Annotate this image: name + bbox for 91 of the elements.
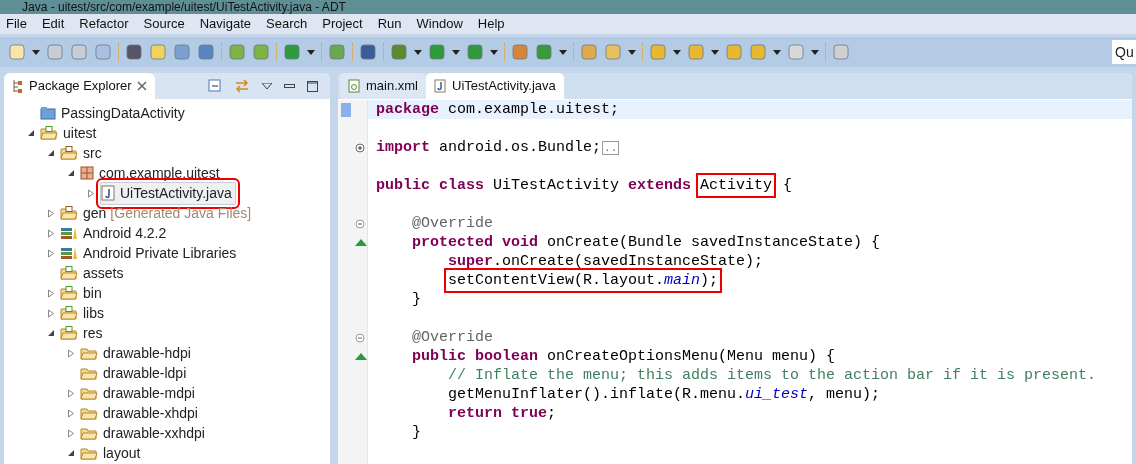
code-line: @Override [411,328,494,347]
editor-tab[interactable]: main.xml [340,73,426,99]
tree-item[interactable]: PassingDataActivity [61,102,185,124]
tree-item[interactable]: libs [83,302,104,324]
tree-item[interactable]: layout [103,442,141,464]
menu-item[interactable]: Help [477,14,505,34]
dropdown-caret-icon[interactable] [414,49,422,55]
books-icon [60,246,78,260]
code-line: } [411,423,421,442]
editor-tab[interactable]: UiTestActivity.java [426,73,564,99]
dropdown-caret-icon[interactable] [559,49,567,55]
menu-item[interactable]: Window [416,14,463,34]
collapse-all-icon[interactable] [208,79,222,93]
menu-item[interactable]: Refactor [79,14,129,34]
tree-item[interactable]: drawable-ldpi [103,362,187,384]
tree-item[interactable]: drawable-mdpi [103,382,195,404]
code-line: public class UiTestActivity extends Activity { [376,176,793,195]
code-line: super.onCreate(savedInstanceState); [447,252,764,271]
collapsed-arrow-icon[interactable] [67,408,75,418]
menu-item[interactable]: Navigate [199,14,251,34]
project-folder-icon [40,106,56,120]
close-icon[interactable] [136,81,147,91]
maximize-icon[interactable] [307,80,318,92]
window-title: Java - uitest/src/com/example/uitest/UiTestActivity.java - ADT [21,0,346,14]
expand-fold-icon[interactable] [355,142,365,153]
tree-item[interactable]: src [83,142,102,164]
code-line: import android.os.Bundle; .. [376,137,620,158]
collapsed-arrow-icon[interactable] [47,208,55,218]
code-line: // Inflate the menu; this adds items to the action bar if it is present. [447,366,1097,385]
menu-item[interactable]: Run [377,14,402,34]
tree-item-decoration: [Generated Java Files] [110,203,252,223]
books-icon [60,226,78,240]
code-line: getMenuInflater().inflate(R.menu.ui_test, menu); [447,385,881,404]
tree-item[interactable]: gen [83,202,107,224]
menu-item[interactable]: File [6,14,27,34]
tree-item[interactable]: drawable-hdpi [103,342,191,364]
tree-item[interactable]: drawable-xhdpi [103,402,198,424]
collapsed-arrow-icon[interactable] [47,248,55,258]
dropdown-caret-icon[interactable] [711,49,719,55]
menu-item[interactable]: Search [266,14,308,34]
tree-item[interactable]: uitest [63,122,97,144]
collapsed-arrow-icon[interactable] [67,428,75,438]
xml-file-icon [348,79,360,93]
package-explorer-tab[interactable]: Package Explorer [4,73,155,99]
dropdown-caret-icon[interactable] [628,49,636,55]
link-arrows-icon[interactable] [234,79,250,93]
java-file-icon [434,79,446,93]
code-line: protected void onCreate(Bundle savedInstanceState) { [411,233,881,252]
dropdown-caret-icon[interactable] [673,49,681,55]
dropdown-caret-icon[interactable] [307,49,315,55]
collapsed-arrow-icon[interactable] [87,188,95,198]
menu-item[interactable]: Edit [41,14,65,34]
tree-item[interactable]: Android Private Libraries [83,242,237,264]
tree-item[interactable]: com.example.uitest [99,162,220,184]
tree-item[interactable]: Android 4.2.2 [83,222,167,244]
dropdown-caret-icon[interactable] [773,49,781,55]
expanded-arrow-icon[interactable] [67,169,75,177]
package-icon [80,166,94,180]
ruler-marker-icon [341,102,351,117]
java-file-icon [101,185,115,201]
code-line: return true; [447,404,557,423]
collapse-fold-icon[interactable] [355,332,365,343]
dropdown-caret-icon[interactable] [32,49,40,55]
collapsed-arrow-icon[interactable] [47,228,55,238]
code-line: @Override [411,214,494,233]
collapsed-arrow-icon[interactable] [47,288,55,298]
view-menu-icon[interactable] [262,83,272,89]
expanded-arrow-icon[interactable] [47,149,55,157]
quick-access-field[interactable]: Qu [1112,40,1136,64]
collapse-fold-icon[interactable] [355,218,365,229]
code-line: public boolean onCreateOptionsMenu(Menu menu) { [411,347,836,366]
tree-item[interactable]: drawable-xxhdpi [103,422,205,444]
minimize-icon[interactable] [284,84,295,88]
code-line: setContentView(R.layout.main); [376,271,721,290]
code-line: package com.example.uitest; [376,100,620,119]
expanded-arrow-icon[interactable] [47,329,55,337]
menu-item[interactable]: Source [143,14,185,34]
tree-item[interactable]: assets [83,262,124,284]
menu-item[interactable]: Project [322,14,363,34]
collapsed-arrow-icon[interactable] [47,308,55,318]
expanded-arrow-icon[interactable] [67,449,75,457]
tree-view-icon [12,79,24,93]
tree-item[interactable]: bin [83,282,102,304]
dropdown-caret-icon[interactable] [811,49,819,55]
collapsed-arrow-icon[interactable] [67,388,75,398]
dropdown-caret-icon[interactable] [490,49,498,55]
code-line: } [411,290,421,309]
collapsed-arrow-icon[interactable] [67,348,75,358]
dropdown-caret-icon[interactable] [452,49,460,55]
tree-item[interactable]: res [83,322,103,344]
expanded-arrow-icon[interactable] [27,129,35,137]
